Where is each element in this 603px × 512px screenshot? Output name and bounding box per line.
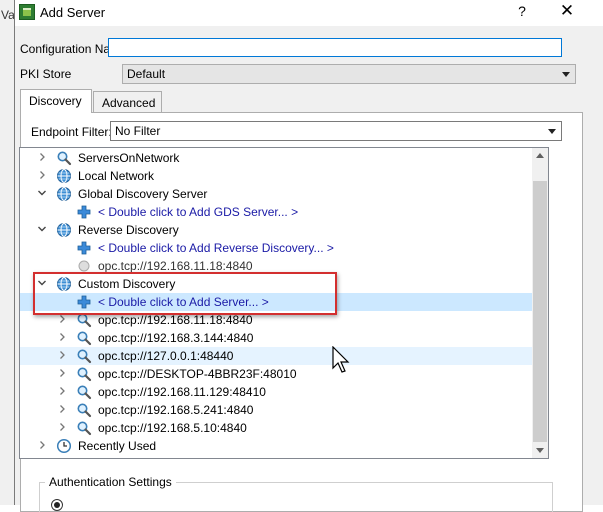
search-icon	[76, 348, 92, 364]
plus-icon	[76, 204, 92, 220]
chevron-right-icon[interactable]	[56, 385, 68, 397]
background-window-title: Va	[1, 8, 15, 22]
tree-item-label: opc.tcp://192.168.11.18:4840	[98, 313, 253, 327]
globe-icon	[56, 276, 72, 292]
tree-item-label: Reverse Discovery	[78, 223, 179, 237]
chevron-right-icon[interactable]	[56, 403, 68, 415]
tree-item-label: ServersOnNetwork	[78, 151, 180, 165]
app-icon	[19, 4, 35, 20]
tree-item[interactable]: < Double click to Add Reverse Discovery.…	[20, 239, 533, 257]
chevron-right-icon[interactable]	[36, 151, 48, 163]
globe-icon	[56, 222, 72, 238]
tree-item-label: Custom Discovery	[78, 277, 176, 291]
tree-item-label: opc.tcp://192.168.11.18:4840	[98, 259, 253, 273]
tree-item[interactable]: opc.tcp://127.0.0.1:48440	[20, 347, 533, 365]
dialog-title: Add Server	[40, 5, 106, 20]
search-icon	[76, 420, 92, 436]
chevron-right-icon[interactable]	[36, 169, 48, 181]
endpoint-filter-select[interactable]: No Filter	[110, 121, 562, 141]
tree-item-label: Local Network	[78, 169, 155, 183]
globe-icon	[56, 186, 72, 202]
tree-item-label: Global Discovery Server	[78, 187, 208, 201]
tree-item-label: < Double click to Add Server... >	[98, 295, 269, 309]
pki-store-select[interactable]: Default	[122, 64, 576, 84]
auth-radio-button[interactable]	[51, 499, 63, 511]
tree-item[interactable]: opc.tcp://192.168.11.18:4840	[20, 311, 533, 329]
chevron-right-icon[interactable]	[56, 349, 68, 361]
endpoint-filter-label: Endpoint Filter:	[31, 125, 112, 139]
tree-item[interactable]: opc.tcp://192.168.5.10:4840	[20, 419, 533, 437]
chevron-down-icon[interactable]	[36, 187, 48, 199]
tree-item-label: < Double click to Add GDS Server... >	[98, 205, 299, 219]
search-icon	[76, 402, 92, 418]
close-button[interactable]: ✕	[557, 1, 577, 21]
tree-item[interactable]: Local Network	[20, 167, 533, 185]
search-icon	[56, 150, 72, 166]
tree-item[interactable]: < Double click to Add GDS Server... >	[20, 203, 533, 221]
pki-store-label: PKI Store	[20, 67, 72, 81]
tree-item-label: Recently Used	[78, 439, 157, 453]
help-button[interactable]: ?	[512, 3, 532, 19]
tree-scrollbar[interactable]	[532, 148, 548, 458]
tree-item[interactable]: Reverse Discovery	[20, 221, 533, 239]
search-icon	[76, 384, 92, 400]
chevron-down-icon	[548, 129, 556, 134]
tree-item-label: opc.tcp://192.168.11.129:48410	[98, 385, 266, 399]
tree-item[interactable]: Global Discovery Server	[20, 185, 533, 203]
chevron-down-icon[interactable]	[36, 223, 48, 235]
plus-icon	[76, 240, 92, 256]
tree-item[interactable]: < Double click to Add Server... >	[20, 293, 533, 311]
discovery-tree[interactable]: ServersOnNetwork Local Network Global Disc…	[19, 147, 549, 459]
tree-item-label: opc.tcp://192.168.5.10:4840	[98, 421, 247, 435]
tree-item-label: opc.tcp://192.168.5.241:4840	[98, 403, 254, 417]
globe-icon	[56, 168, 72, 184]
tree-item-label: opc.tcp://192.168.3.144:4840	[98, 331, 254, 345]
tree-item[interactable]: ServersOnNetwork	[20, 149, 533, 167]
search-icon	[76, 330, 92, 346]
clock-icon	[56, 438, 72, 454]
chevron-right-icon[interactable]	[56, 367, 68, 379]
tree-item[interactable]: Custom Discovery	[20, 275, 533, 293]
title-bar: Add Server ? ✕	[15, 0, 603, 26]
tree-item-label: opc.tcp://DESKTOP-4BBR23F:48010	[98, 367, 297, 381]
chevron-down-icon	[562, 72, 570, 77]
tree-item[interactable]: opc.tcp://DESKTOP-4BBR23F:48010	[20, 365, 533, 383]
tab-advanced[interactable]: Advanced	[93, 91, 162, 112]
authentication-settings-title: Authentication Settings	[45, 475, 176, 489]
chevron-right-icon[interactable]	[56, 421, 68, 433]
scroll-up-icon[interactable]	[536, 153, 544, 158]
tree-item-label: opc.tcp://127.0.0.1:48440	[98, 349, 234, 363]
chevron-down-icon[interactable]	[36, 277, 48, 289]
plus-icon	[76, 294, 92, 310]
tree-item[interactable]: opc.tcp://192.168.11.129:48410	[20, 383, 533, 401]
server-icon	[76, 258, 92, 274]
endpoint-filter-value: No Filter	[115, 124, 161, 138]
tree-item-label: < Double click to Add Reverse Discovery.…	[98, 241, 334, 255]
tree-item[interactable]: opc.tcp://192.168.3.144:4840	[20, 329, 533, 347]
configuration-name-input[interactable]	[108, 38, 562, 57]
tree-item[interactable]: Recently Used	[20, 437, 533, 455]
chevron-right-icon[interactable]	[56, 331, 68, 343]
mouse-cursor-icon	[332, 346, 350, 373]
search-icon	[76, 366, 92, 382]
tree-item[interactable]: opc.tcp://192.168.11.18:4840	[20, 257, 533, 275]
scroll-down-icon[interactable]	[536, 448, 544, 453]
scroll-thumb[interactable]	[533, 181, 547, 442]
pki-store-value: Default	[127, 67, 166, 81]
chevron-right-icon[interactable]	[36, 439, 48, 451]
chevron-right-icon[interactable]	[56, 313, 68, 325]
tree-item[interactable]: opc.tcp://192.168.5.241:4840	[20, 401, 533, 419]
tab-discovery[interactable]: Discovery	[20, 89, 92, 113]
search-icon	[76, 312, 92, 328]
